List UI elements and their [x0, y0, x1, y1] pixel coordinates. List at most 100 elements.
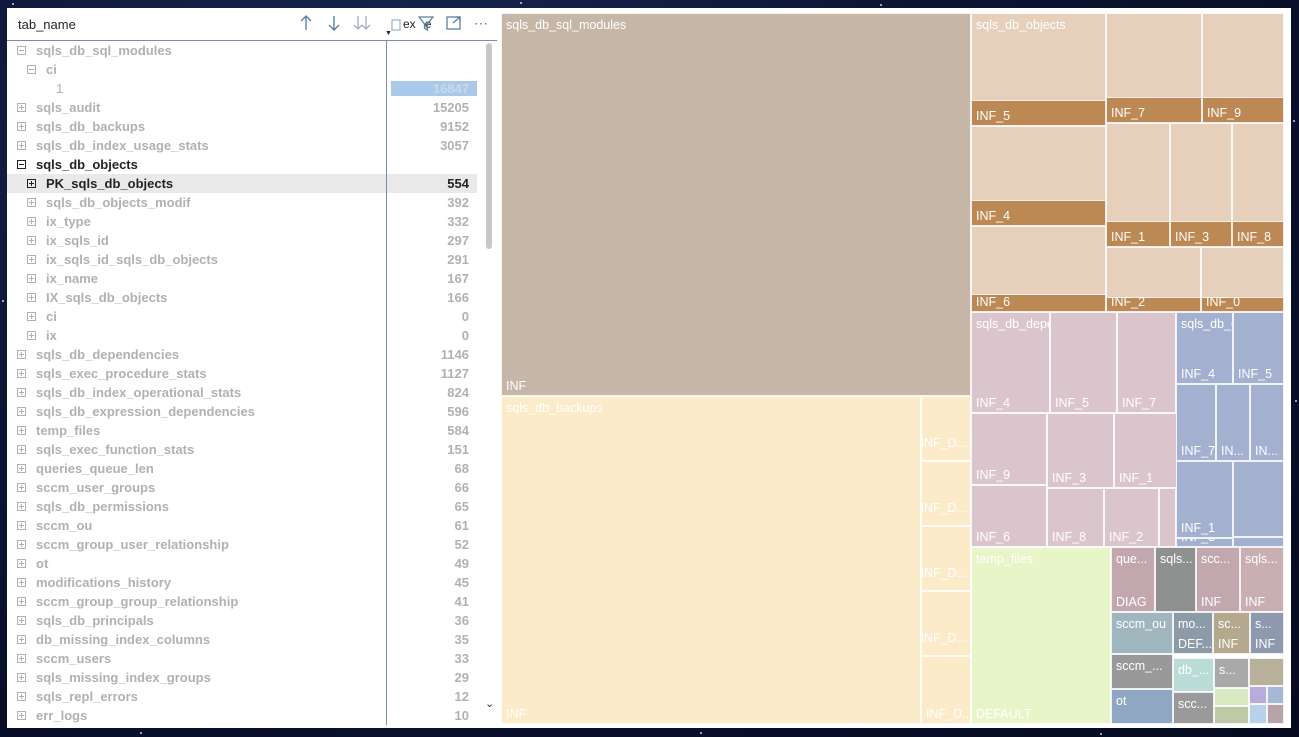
treemap-tile-sqls-db-backups-inf-d-5[interactable]: INF_D... — [921, 656, 971, 724]
treemap-tile-sqls-db-dependencies-inf-2[interactable]: INF_2 — [1104, 488, 1159, 547]
expand-plus-icon[interactable] — [17, 578, 26, 587]
treemap-tile-sqls-db-expression-small[interactable] — [1233, 461, 1284, 537]
treemap-tile-modifications-history[interactable]: mo... DEF... — [1173, 612, 1213, 654]
treemap-tile-queries-queue-len[interactable]: que... DIAG — [1111, 547, 1155, 612]
table-row[interactable]: sqls_db_expression_dependencies 596 — [7, 402, 477, 421]
treemap-tile-small[interactable] — [1249, 658, 1284, 686]
table-row[interactable]: sqls_repl_errors 12 — [7, 687, 477, 706]
column-header-tab-name[interactable]: tab_name — [18, 17, 76, 32]
expand-plus-icon[interactable] — [17, 540, 26, 549]
expand-all-down-icon[interactable] — [353, 14, 371, 37]
table-row[interactable]: sqls_db_objects — [7, 155, 477, 174]
expand-plus-icon[interactable] — [17, 502, 26, 511]
table-row[interactable]: sccm_group_group_relationship 41 — [7, 592, 477, 611]
treemap-tile-sqls-repl[interactable]: s... — [1214, 658, 1249, 688]
vertical-scrollbar[interactable]: ⌄ — [483, 41, 497, 717]
table-row[interactable]: sccm_ou 61 — [7, 516, 477, 535]
treemap-tile-sqls-db-expression-inf-7[interactable]: INF_7 — [1176, 384, 1216, 461]
treemap-tile-sqls-db-objects-inf-0[interactable]: INF_0 — [1201, 247, 1284, 312]
treemap-tile-sqls-db-backups-inf-d-2[interactable]: INF_D... — [921, 461, 971, 526]
table-row[interactable]: ix_name 167 — [7, 269, 477, 288]
table-row[interactable]: sqls_db_objects_modif 392 — [7, 193, 477, 212]
filter-icon[interactable] — [417, 14, 435, 37]
treemap-tile-sqls-db-expression-inf-4[interactable]: sqls_db_expre... INF_4 — [1176, 312, 1233, 384]
table-row[interactable]: PK_sqls_db_objects 554 — [7, 174, 477, 193]
treemap-tile-sqls-db-dependencies-inf-7[interactable]: INF_7 — [1117, 312, 1176, 413]
table-row[interactable]: ci — [7, 60, 477, 79]
treemap-tile-sqls-db-backups-inf-d-4[interactable]: INF_D... — [921, 591, 971, 656]
treemap-tile-sqls-db-objects-inf-1[interactable]: INF_1 — [1106, 123, 1170, 247]
table-row[interactable]: ci 0 — [7, 307, 477, 326]
expand-plus-icon[interactable] — [17, 464, 26, 473]
treemap-tile-sqls-db-dependencies-inf-8[interactable]: INF_8 — [1047, 488, 1104, 547]
treemap-tile-small[interactable] — [1249, 704, 1267, 724]
treemap-tile-sqls-mauve[interactable]: sqls... INF — [1240, 547, 1284, 612]
table-row[interactable]: ix_sqls_id_sqls_db_objects 291 — [7, 250, 477, 269]
focus-mode-icon[interactable] — [446, 14, 462, 37]
treemap-tile-sqls-db-objects-inf-5[interactable]: sqls_db_objects INF_5 — [971, 13, 1106, 126]
table-row[interactable]: sqls_db_index_usage_stats 3057 — [7, 136, 477, 155]
expand-plus-icon[interactable] — [27, 331, 36, 340]
collapse-minus-icon[interactable] — [27, 65, 36, 74]
table-row[interactable]: sqls_db_principals 36 — [7, 611, 477, 630]
treemap-tile-sqls-db-dependencies-inf-6[interactable]: INF_6 — [971, 485, 1047, 547]
treemap-tile-ot[interactable]: ot — [1111, 689, 1173, 724]
expand-plus-icon[interactable] — [17, 692, 26, 701]
treemap-tile-sqls-db-objects-inf-4[interactable]: INF_4 — [971, 126, 1106, 226]
treemap-tile-small[interactable] — [1214, 688, 1249, 706]
table-row[interactable]: ix_type 332 — [7, 212, 477, 231]
expand-plus-icon[interactable] — [17, 559, 26, 568]
expand-plus-icon[interactable] — [17, 635, 26, 644]
sort-descending-icon[interactable] — [326, 14, 342, 37]
table-row[interactable]: sccm_user_groups 66 — [7, 478, 477, 497]
table-row[interactable]: sqls_exec_function_stats 151 — [7, 440, 477, 459]
treemap-tile-sqls-db-expression-in-a[interactable]: IN... — [1216, 384, 1250, 461]
treemap-tile-sqls-db-dependencies-inf-9[interactable]: INF_9 — [971, 413, 1047, 485]
table-row[interactable]: sccm_users 33 — [7, 649, 477, 668]
table-row[interactable]: queries_queue_len 68 — [7, 459, 477, 478]
treemap-tile-sqls-db-dependencies-small[interactable] — [1159, 488, 1176, 547]
table-row[interactable]: sqls_db_dependencies 1146 — [7, 345, 477, 364]
expand-plus-icon[interactable] — [27, 255, 36, 264]
table-row[interactable]: sqls_db_sql_modules — [7, 41, 477, 60]
table-row[interactable]: sccm_group_user_relationship 52 — [7, 535, 477, 554]
expand-plus-icon[interactable] — [17, 122, 26, 131]
table-row[interactable]: modifications_history 45 — [7, 573, 477, 592]
table-row[interactable]: sqls_audit 15205 — [7, 98, 477, 117]
expand-plus-icon[interactable] — [27, 312, 36, 321]
table-row[interactable]: sqls_db_permissions 65 — [7, 497, 477, 516]
scrollbar-thumb[interactable] — [486, 43, 492, 249]
expand-plus-icon[interactable] — [17, 388, 26, 397]
scroll-down-chevron-icon[interactable]: ⌄ — [485, 697, 494, 710]
table-row[interactable]: ot 49 — [7, 554, 477, 573]
expand-plus-icon[interactable] — [17, 369, 26, 378]
treemap-tile-sqls-db-objects-inf-3[interactable]: INF_3 — [1170, 123, 1232, 247]
table-row[interactable]: temp_files 584 — [7, 421, 477, 440]
expand-plus-icon[interactable] — [17, 407, 26, 416]
treemap-tile-sqls-gray[interactable]: sqls... — [1155, 547, 1196, 612]
treemap-tile-sqls-db-backups-inf-d-3[interactable]: INF_D... — [921, 526, 971, 591]
treemap-tile-sqls-db-expression-small-2[interactable] — [1233, 537, 1284, 547]
drill-down-icon[interactable] — [391, 14, 401, 37]
table-row[interactable]: err_logs 10 — [7, 706, 477, 725]
more-options-icon[interactable]: ⋯ — [474, 14, 488, 32]
expand-plus-icon[interactable] — [17, 103, 26, 112]
treemap-tile-small[interactable] — [1267, 704, 1284, 724]
treemap-tile-sqls-permissions[interactable]: s... INF — [1250, 612, 1284, 654]
table-row[interactable]: sqls_missing_index_groups 29 — [7, 668, 477, 687]
expand-plus-icon[interactable] — [27, 217, 36, 226]
treemap-tile-sccm-group-group[interactable]: scc... — [1173, 692, 1214, 724]
expand-plus-icon[interactable] — [17, 350, 26, 359]
expand-plus-icon[interactable] — [17, 426, 26, 435]
table-row[interactable]: IX_sqls_db_objects 166 — [7, 288, 477, 307]
treemap-tile-sqls-db-expression-inf-1[interactable]: INF_1 — [1176, 461, 1233, 538]
collapse-minus-icon[interactable] — [17, 160, 26, 169]
treemap-tile-sqls-db-objects-inf-2[interactable]: INF_2 — [1106, 247, 1201, 312]
table-row[interactable]: ix 0 — [7, 326, 477, 345]
treemap-tile-db-missing[interactable]: db_... — [1173, 658, 1214, 692]
treemap-tile-sqls-db-objects-inf-9[interactable]: INF_9 — [1202, 13, 1284, 123]
table-row[interactable]: sqls_db_index_operational_stats 824 — [7, 383, 477, 402]
expand-plus-icon[interactable] — [17, 445, 26, 454]
table-row[interactable]: ix_sqls_id 297 — [7, 231, 477, 250]
table-row[interactable]: sqls_db_backups 9152 — [7, 117, 477, 136]
